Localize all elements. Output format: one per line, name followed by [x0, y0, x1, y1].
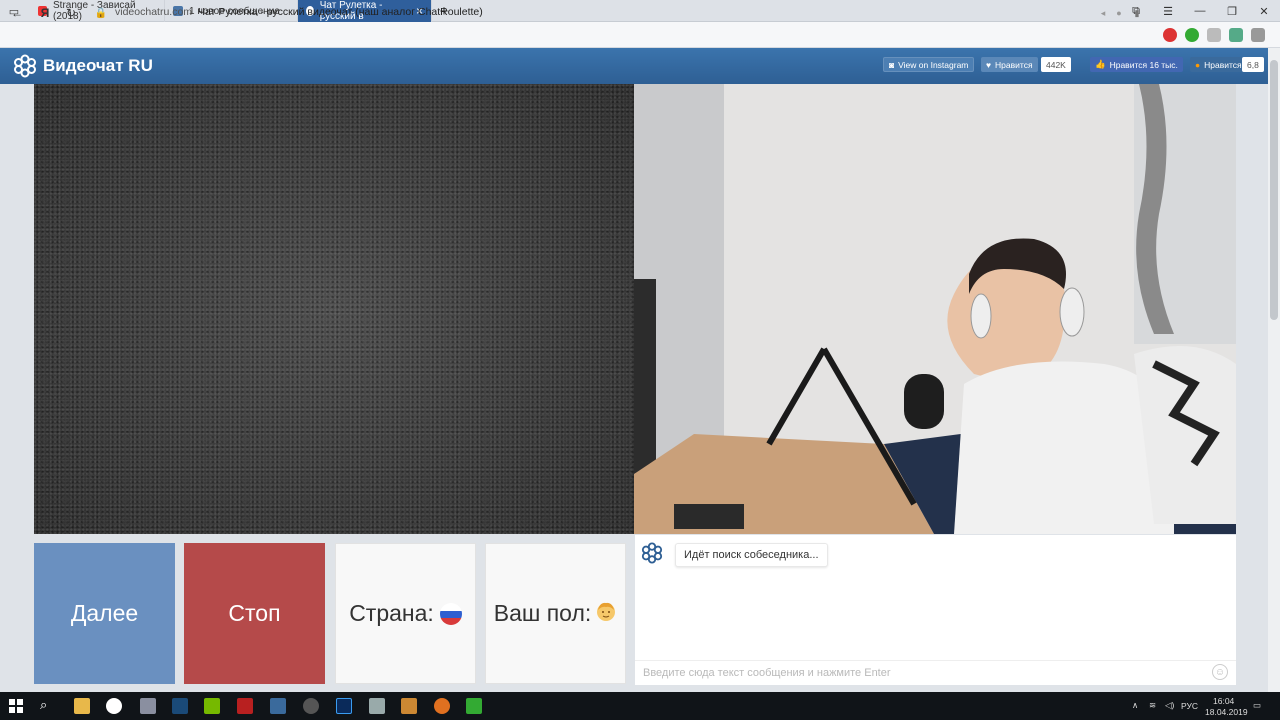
- next-button-label: Далее: [70, 600, 139, 626]
- chat-input-placeholder: Введите сюда текст сообщения и нажмите E…: [643, 667, 891, 679]
- file-explorer-icon[interactable]: [74, 698, 90, 714]
- yandex-browser-icon[interactable]: [106, 698, 122, 714]
- opera-icon[interactable]: [1163, 28, 1177, 42]
- app-icon-3[interactable]: [140, 698, 156, 714]
- vk-like-label: Нравится: [995, 59, 1033, 70]
- instagram-label: View on Instagram: [898, 59, 969, 70]
- site-header: [0, 48, 1280, 84]
- fb-like-label: Нравится 16 тыс.: [1109, 59, 1178, 70]
- russia-flag-icon: [439, 602, 462, 625]
- scrollbar-thumb[interactable]: [1270, 60, 1278, 320]
- mic-icon[interactable]: ●: [1110, 4, 1128, 22]
- country-select-button[interactable]: Страна:: [335, 543, 476, 684]
- translate-icon[interactable]: [1229, 28, 1243, 42]
- restore-icon[interactable]: ❐: [1224, 3, 1240, 19]
- site-logo[interactable]: Видеочат RU: [43, 56, 153, 76]
- thumbs-up-icon: 👍: [1095, 59, 1106, 69]
- windows-taskbar: [0, 692, 1280, 720]
- reload-icon[interactable]: ↻: [62, 4, 80, 22]
- ok-like-button[interactable]: ● Нравится: [1190, 57, 1247, 72]
- country-label: Страна:: [349, 600, 434, 626]
- dota-icon[interactable]: [237, 698, 253, 714]
- clock-date[interactable]: 18.04.2019: [1205, 707, 1248, 717]
- nvidia-icon[interactable]: [204, 698, 220, 714]
- url-page-title[interactable]: Чат Рулетка - русский видеочат (наш анал…: [198, 6, 483, 18]
- chat-message-input[interactable]: Введите сюда текст сообщения и нажмите E…: [635, 660, 1236, 685]
- bookmark-icon[interactable]: ▮: [1128, 4, 1146, 22]
- emoji-icon[interactable]: ☺: [1212, 664, 1228, 680]
- gender-select-button[interactable]: Ваш пол:: [485, 543, 626, 684]
- chat-status-message: Идёт поиск собеседника...: [675, 543, 828, 567]
- back-icon[interactable]: ←: [8, 4, 26, 22]
- network-icon[interactable]: ≋: [1149, 700, 1156, 711]
- vk-like-count: 442K: [1041, 57, 1071, 72]
- app-icon-13[interactable]: [466, 698, 482, 714]
- app-icon-12[interactable]: [434, 698, 450, 714]
- url-domain[interactable]: videochatru.com: [115, 6, 192, 18]
- app-icon-7[interactable]: [270, 698, 286, 714]
- extension-icon[interactable]: [1207, 28, 1221, 42]
- stop-button-label: Стоп: [228, 600, 281, 626]
- close-window-icon[interactable]: ✕: [1256, 3, 1272, 19]
- instagram-icon: ◙: [889, 59, 895, 70]
- app-icon-11[interactable]: [401, 698, 417, 714]
- volume-icon[interactable]: ◁): [1165, 700, 1174, 711]
- app-icon-10[interactable]: [369, 698, 385, 714]
- minimize-icon[interactable]: —: [1192, 3, 1208, 19]
- fb-like-button[interactable]: 👍 Нравится 16 тыс.: [1090, 57, 1183, 72]
- male-face-icon: [595, 600, 617, 628]
- steam-icon[interactable]: [172, 698, 188, 714]
- stop-button[interactable]: Стоп: [184, 543, 325, 684]
- download-icon[interactable]: [1185, 28, 1199, 42]
- photoshop-icon[interactable]: [336, 698, 352, 714]
- next-button[interactable]: Далее: [34, 543, 175, 684]
- windows-start-icon[interactable]: [9, 699, 23, 713]
- vk-like-button[interactable]: ♥ Нравится: [981, 57, 1038, 72]
- notifications-icon[interactable]: ▭: [1253, 700, 1261, 711]
- instagram-button[interactable]: ◙ View on Instagram: [883, 57, 975, 72]
- clock-time[interactable]: 16:04: [1213, 696, 1234, 706]
- gender-label: Ваш пол:: [493, 600, 592, 626]
- ok-like-count: 6,8: [1242, 57, 1264, 72]
- menu-icon[interactable]: ☰: [1160, 3, 1176, 19]
- lock-icon: 🔒: [94, 7, 108, 19]
- language-indicator[interactable]: РУС: [1181, 701, 1198, 711]
- own-webcam-video: [634, 84, 1236, 534]
- partner-video-static: [34, 84, 634, 534]
- ok-icon: ●: [1195, 59, 1201, 70]
- address-bar: [0, 22, 1280, 48]
- extension-icon-2[interactable]: [1251, 28, 1265, 42]
- ok-like-label: Нравится: [1204, 59, 1242, 70]
- obs-icon[interactable]: [303, 698, 319, 714]
- heart-icon: ♥: [986, 59, 992, 70]
- logo-icon: [13, 54, 37, 78]
- search-icon[interactable]: ⌕: [40, 697, 47, 713]
- chat-logo-icon: [641, 542, 663, 564]
- yandex-icon[interactable]: Я: [36, 4, 54, 22]
- tray-expand-icon[interactable]: ∧: [1132, 700, 1138, 711]
